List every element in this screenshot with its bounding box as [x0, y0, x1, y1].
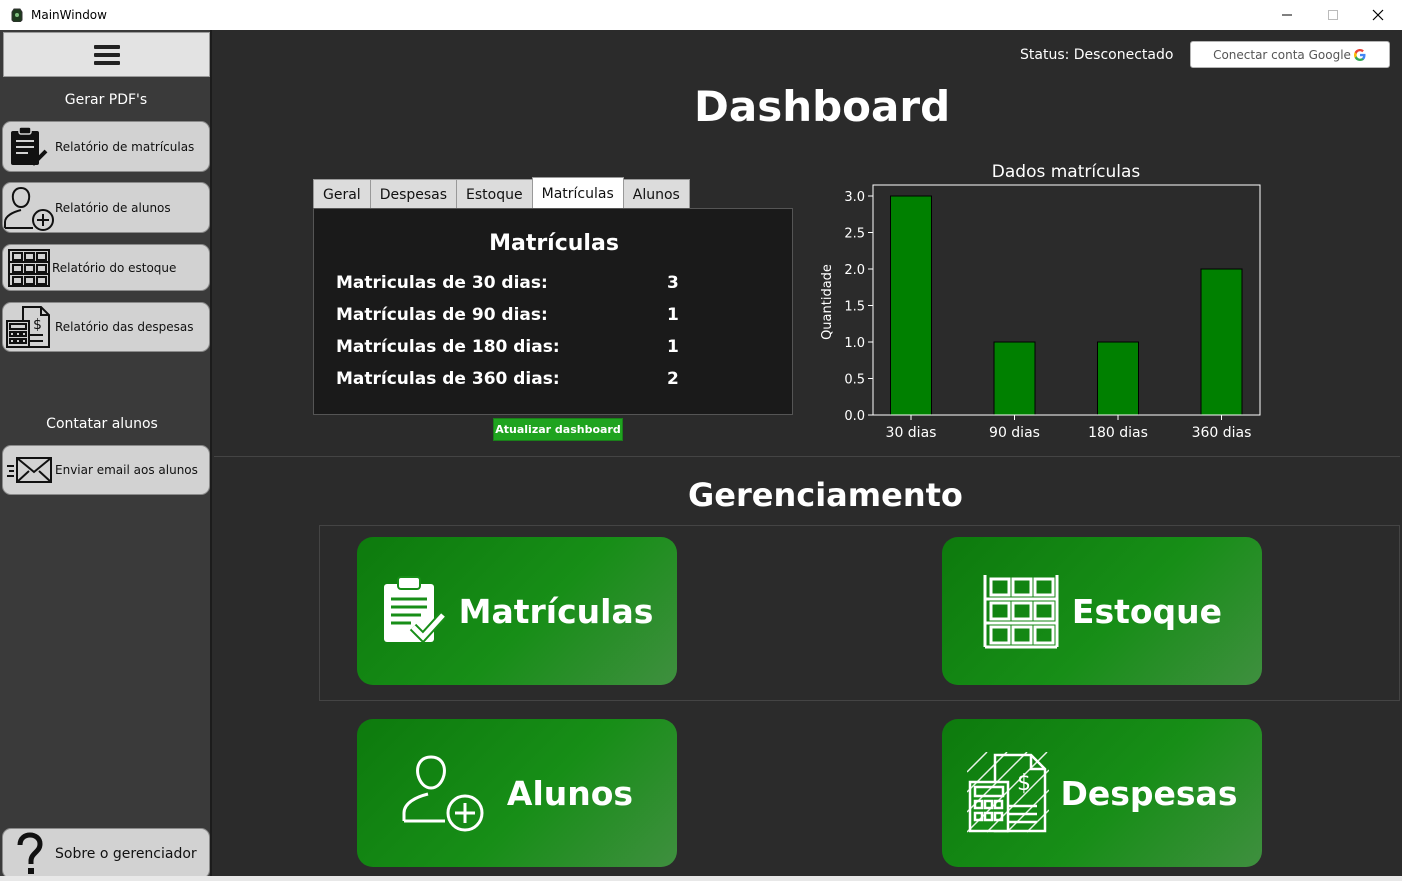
sidebar: Gerar PDF's Relatório de matrículas Rela… — [0, 30, 212, 881]
sobre-gerenciador-label: Sobre o gerenciador — [55, 845, 197, 862]
question-mark-icon — [3, 831, 55, 877]
y-tick-label: 0.5 — [844, 373, 865, 388]
bottom-strip — [0, 876, 1402, 881]
sobre-gerenciador-button[interactable]: Sobre o gerenciador — [2, 828, 210, 879]
window-title: MainWindow — [31, 8, 107, 22]
chart-bar — [1097, 341, 1139, 416]
sidebar-item-label: Enviar email aos alunos — [55, 463, 198, 477]
y-tick-label: 1.5 — [844, 300, 865, 315]
row-label-180: Matrículas de 180 dias: — [336, 337, 560, 357]
sidebar-item-relatorio-alunos[interactable]: Relatório de alunos — [2, 182, 210, 233]
row-value-90: 1 — [667, 305, 679, 325]
user-add-icon — [402, 755, 484, 832]
atualizar-dashboard-button[interactable]: Atualizar dashboard — [493, 418, 623, 441]
calculator-doc-icon: $ — [3, 304, 55, 350]
main-content: Status: Desconectado Conectar conta Goog… — [214, 30, 1402, 881]
sidebar-item-label: Relatório das despesas — [55, 320, 194, 334]
tab-estoque[interactable]: Estoque — [456, 179, 533, 209]
app-icon — [11, 8, 23, 22]
email-icon — [3, 447, 55, 493]
row-label-30: Matriculas de 30 dias: — [336, 273, 548, 293]
connect-google-label: Conectar conta Google — [1213, 47, 1351, 62]
row-label-360: Matrículas de 360 dias: — [336, 369, 560, 389]
sidebar-item-label: Relatório de matrículas — [55, 139, 195, 154]
chart-ylabel: Quantidade — [820, 264, 835, 340]
gerenciamento-title: Gerenciamento — [688, 476, 963, 514]
close-button[interactable] — [1355, 0, 1401, 30]
hamburger-menu-button[interactable] — [3, 32, 210, 77]
chart-bar — [1200, 268, 1243, 416]
matriculas-button[interactable]: Matrículas — [357, 537, 677, 685]
sidebar-item-relatorio-matriculas[interactable]: Relatório de matrículas — [2, 121, 210, 172]
matriculas-chart: Dados matrículas Quantidade 0.0 0.5 1.0 1.5… — [820, 162, 1261, 441]
section-divider — [214, 456, 1400, 457]
sidebar-item-label: Relatório do estoque — [52, 260, 177, 275]
y-tick-label: 0.0 — [844, 409, 865, 424]
status-value: Desconectado — [1073, 47, 1174, 63]
sidebar-item-relatorio-despesas[interactable]: $ Relatório das despesas — [2, 302, 210, 352]
alunos-button[interactable]: Alunos — [357, 719, 677, 867]
y-tick-label: 1.0 — [844, 336, 865, 351]
despesas-button[interactable]: $ Despesas — [942, 719, 1262, 867]
y-tick-label: 2.5 — [844, 227, 865, 242]
google-icon — [1353, 48, 1366, 61]
tab-despesas[interactable]: Despesas — [369, 179, 458, 209]
sidebar-item-label: Relatório de alunos — [55, 200, 171, 215]
connection-status: Status: Desconectado — [1020, 47, 1173, 63]
shelves-icon — [3, 245, 55, 291]
shelves-icon — [983, 575, 1059, 649]
estoque-button[interactable]: Estoque — [942, 537, 1262, 685]
y-tick-label: 2.0 — [844, 263, 865, 278]
connect-google-button[interactable]: Conectar conta Google — [1190, 41, 1390, 68]
tab-alunos[interactable]: Alunos — [622, 179, 690, 209]
main-window: MainWindow Gerar PDF's Relatório de matr… — [0, 0, 1402, 881]
svg-text:$: $ — [33, 317, 42, 333]
chart-title: Dados matrículas — [992, 162, 1141, 182]
status-label: Status: — [1020, 47, 1070, 63]
close-icon — [1372, 9, 1384, 21]
calculator-doc-icon: $ — [966, 752, 1049, 833]
x-tick-label: 360 dias — [1192, 425, 1252, 441]
matriculas-button-label: Matrículas — [458, 591, 654, 631]
tab-geral[interactable]: Geral — [313, 179, 371, 209]
hamburger-icon — [93, 44, 120, 65]
despesas-button-label: Despesas — [1060, 773, 1238, 813]
row-value-360: 2 — [667, 369, 679, 389]
minimize-button[interactable] — [1264, 0, 1310, 30]
x-tick-label: 30 dias — [886, 425, 937, 441]
user-add-icon — [3, 185, 55, 231]
minimize-icon — [1282, 14, 1292, 16]
row-value-30: 3 — [667, 273, 679, 293]
alunos-button-label: Alunos — [506, 773, 634, 813]
sidebar-item-enviar-email[interactable]: Enviar email aos alunos — [2, 445, 210, 495]
row-value-180: 1 — [667, 337, 679, 357]
chart-bar — [993, 341, 1036, 416]
maximize-button[interactable] — [1310, 0, 1356, 30]
tab-matriculas[interactable]: Matrículas — [531, 177, 624, 209]
sidebar-item-relatorio-estoque[interactable]: Relatório do estoque — [2, 244, 210, 291]
pdf-section-title: Gerar PDF's — [64, 92, 148, 108]
maximize-icon — [1328, 10, 1338, 20]
estoque-button-label: Estoque — [1071, 591, 1223, 631]
panel-title: Matrículas — [489, 231, 619, 256]
row-label-90: Matrículas de 90 dias: — [336, 305, 548, 325]
contact-section-title: Contatar alunos — [46, 416, 158, 432]
clipboard-check-icon — [3, 124, 55, 170]
dashboard-title: Dashboard — [694, 82, 951, 131]
x-tick-label: 180 dias — [1088, 425, 1148, 441]
matriculas-panel: Matrículas Matriculas de 30 dias: 3 Matr… — [313, 208, 793, 415]
y-tick-label: 3.0 — [844, 190, 865, 205]
x-tick-label: 90 dias — [989, 425, 1040, 441]
title-bar: MainWindow — [0, 0, 1402, 30]
clipboard-check-icon — [383, 576, 446, 644]
chart-bar — [890, 195, 932, 416]
dashboard-tabs: Geral Despesas Estoque Matrículas Alunos — [313, 177, 690, 209]
